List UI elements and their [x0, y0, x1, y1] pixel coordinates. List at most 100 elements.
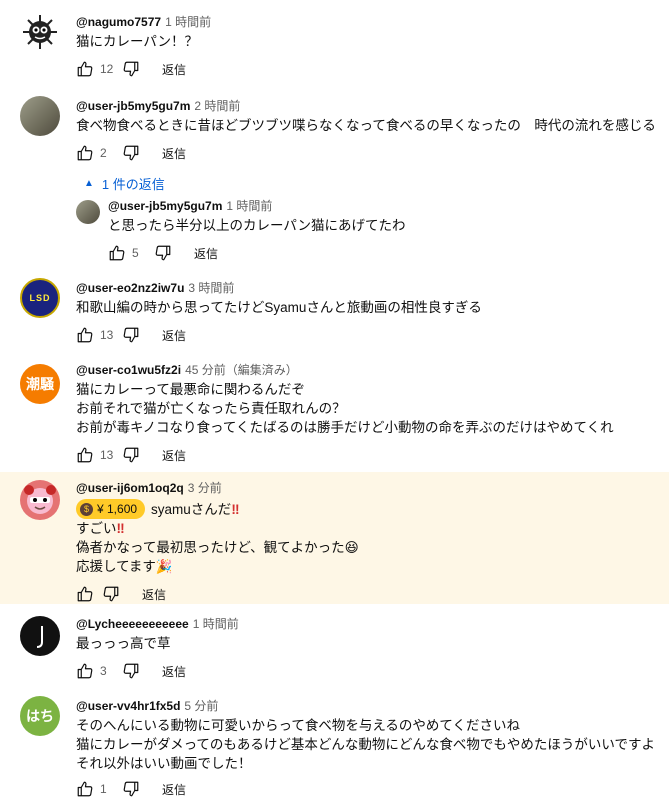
comment-time[interactable]: 1 時間前	[193, 617, 239, 631]
reply-button[interactable]: 返信	[162, 447, 186, 464]
reply-button[interactable]: 返信	[162, 327, 186, 344]
thumb-down-icon	[122, 326, 140, 344]
replies-toggle[interactable]: ▲ 1 件の返信	[84, 174, 165, 193]
dislike-button[interactable]	[122, 326, 140, 344]
like-count: 5	[132, 246, 139, 260]
comment-text: 和歌山編の時から思ってたけどSyamuさんと旅動画の相性良すぎる	[76, 300, 482, 315]
thumb-down-icon	[122, 662, 140, 680]
double-exclamation-icon: ‼	[231, 501, 240, 517]
like-count: 1	[100, 782, 107, 796]
comment: @nagumo7577 1 時間前 猫にカレーパン！？ 12 返信	[0, 0, 669, 90]
reply-button[interactable]: 返信	[162, 61, 186, 78]
comment-text-line: 偽者かなって最初思ったけど、観てよかった😆	[76, 540, 359, 555]
comment-author[interactable]: @user-ij6om1oq2q	[76, 481, 184, 495]
avatar[interactable]: 潮騒	[20, 364, 60, 404]
comment-author[interactable]: @Lycheeeeeeeeeee	[76, 617, 189, 631]
thumb-down-icon	[102, 585, 120, 603]
logo-avatar-icon	[36, 626, 43, 648]
comment-text: と思ったら半分以上のカレーパン猫にあげてたわ	[108, 218, 406, 233]
thumb-down-icon	[122, 144, 140, 162]
laughing-emoji-icon: 😆	[344, 540, 359, 555]
reply-button[interactable]: 返信	[162, 663, 186, 680]
comment-author[interactable]: @user-eo2nz2iw7u	[76, 281, 184, 295]
thumb-down-icon	[122, 446, 140, 464]
thumb-up-icon	[108, 244, 126, 262]
caret-up-icon: ▲	[84, 178, 94, 189]
thumb-down-icon	[154, 244, 172, 262]
comment-text-line: お前が毒キノコなり食ってくたばるのは勝手だけど小動物の命を弄ぶのだけはやめてくれ	[76, 420, 614, 435]
avatar-text: LSD	[29, 293, 51, 303]
like-button[interactable]	[76, 585, 94, 603]
comment-time[interactable]: 3 分前	[188, 481, 222, 495]
comment: はち @user-vv4hr1fx5d 5 分前 そのへんにいる動物に可愛いからっ…	[0, 692, 669, 800]
avatar-text: 潮騒	[26, 376, 54, 392]
comment: @Lycheeeeeeeeeee 1 時間前 最っっっ高で草 3 返信	[0, 608, 669, 688]
like-button[interactable]: 2	[76, 144, 114, 162]
like-count: 13	[100, 448, 114, 462]
dislike-button[interactable]	[122, 446, 140, 464]
superchat-comment: @user-ij6om1oq2q 3 分前 $ ¥ 1,600 syamuさんだ ‼ …	[0, 472, 669, 604]
dislike-button[interactable]	[122, 780, 140, 798]
comment-text-line: そのへんにいる動物に可愛いからって食べ物を与えるのやめてくださいね	[76, 718, 521, 733]
avatar[interactable]	[20, 480, 60, 520]
comment-author[interactable]: @nagumo7577	[76, 15, 161, 29]
like-count: 2	[100, 146, 107, 160]
character-avatar-icon	[24, 485, 56, 514]
avatar[interactable]	[20, 616, 60, 656]
comment-time[interactable]: 5 分前	[184, 699, 218, 713]
like-button[interactable]: 12	[76, 60, 114, 78]
avatar[interactable]	[20, 12, 60, 52]
like-button[interactable]: 5	[108, 244, 146, 262]
comment-author[interactable]: @user-jb5my5gu7m	[76, 99, 190, 113]
reply-button[interactable]: 返信	[194, 245, 218, 262]
comment: @user-jb5my5gu7m 2 時間前 食べ物食べるときに昔ほどブツブツ喋ら…	[0, 90, 669, 266]
comment-author[interactable]: @user-jb5my5gu7m	[108, 199, 222, 213]
like-button[interactable]: 1	[76, 780, 114, 798]
avatar[interactable]: LSD	[20, 278, 60, 318]
reply-button[interactable]: 返信	[162, 145, 186, 162]
comment-text-line: 応援してます🎉	[76, 559, 173, 574]
thumb-up-icon	[76, 780, 94, 798]
avatar[interactable]	[20, 96, 60, 136]
avatar[interactable]: はち	[20, 696, 60, 736]
comment-text: 猫にカレーパン！？	[76, 34, 199, 49]
dislike-button[interactable]	[122, 662, 140, 680]
thumb-up-icon	[76, 446, 94, 464]
thumb-up-icon	[76, 326, 94, 344]
thumb-up-icon	[76, 585, 94, 603]
dislike-button[interactable]	[102, 585, 120, 603]
dislike-button[interactable]	[154, 244, 172, 262]
reply-button[interactable]: 返信	[142, 586, 166, 603]
dislike-button[interactable]	[122, 60, 140, 78]
thumb-up-icon	[76, 60, 94, 78]
comment-text-line: $ ¥ 1,600 syamuさんだ ‼	[76, 499, 661, 519]
dislike-button[interactable]	[122, 144, 140, 162]
like-button[interactable]: 13	[76, 446, 114, 464]
super-thanks-badge: $ ¥ 1,600	[76, 499, 146, 519]
comment-text-line: すごい‼	[76, 521, 125, 536]
like-button[interactable]: 3	[76, 662, 114, 680]
comment-time[interactable]: 2 時間前	[194, 99, 240, 113]
thumb-down-icon	[122, 60, 140, 78]
comment-author[interactable]: @user-co1wu5fz2i	[76, 363, 181, 377]
comment-author[interactable]: @user-vv4hr1fx5d	[76, 699, 180, 713]
comment-text: 食べ物食べるときに昔ほどブツブツ喋らなくなって食べるの早くなったの 時代の流れを…	[76, 118, 656, 133]
like-button[interactable]: 13	[76, 326, 114, 344]
comment-time[interactable]: 1 時間前	[165, 15, 211, 29]
reply-button[interactable]: 返信	[162, 781, 186, 798]
comment-time[interactable]: 3 時間前	[188, 281, 234, 295]
double-exclamation-icon: ‼	[116, 521, 125, 536]
party-popper-icon: 🎉	[155, 559, 173, 574]
comment-text-line: 猫にカレーがダメってのもあるけど基本どんな動物にどんな食べ物でもやめたほうがいい…	[76, 737, 656, 752]
avatar[interactable]	[76, 200, 100, 224]
like-count: 3	[100, 664, 107, 678]
thumb-up-icon	[76, 144, 94, 162]
like-count: 12	[100, 62, 114, 76]
comment: 潮騒 @user-co1wu5fz2i 45 分前（編集済み） 猫にカレーって最悪…	[0, 356, 669, 470]
like-count: 13	[100, 328, 114, 342]
comment-time[interactable]: 45 分前（編集済み）	[185, 363, 298, 377]
replies-toggle-label: 1 件の返信	[101, 177, 165, 192]
germ-avatar-icon	[23, 15, 57, 49]
comment-time[interactable]: 1 時間前	[226, 199, 272, 213]
comment: LSD @user-eo2nz2iw7u 3 時間前 和歌山編の時から思ってたけど…	[0, 270, 669, 356]
